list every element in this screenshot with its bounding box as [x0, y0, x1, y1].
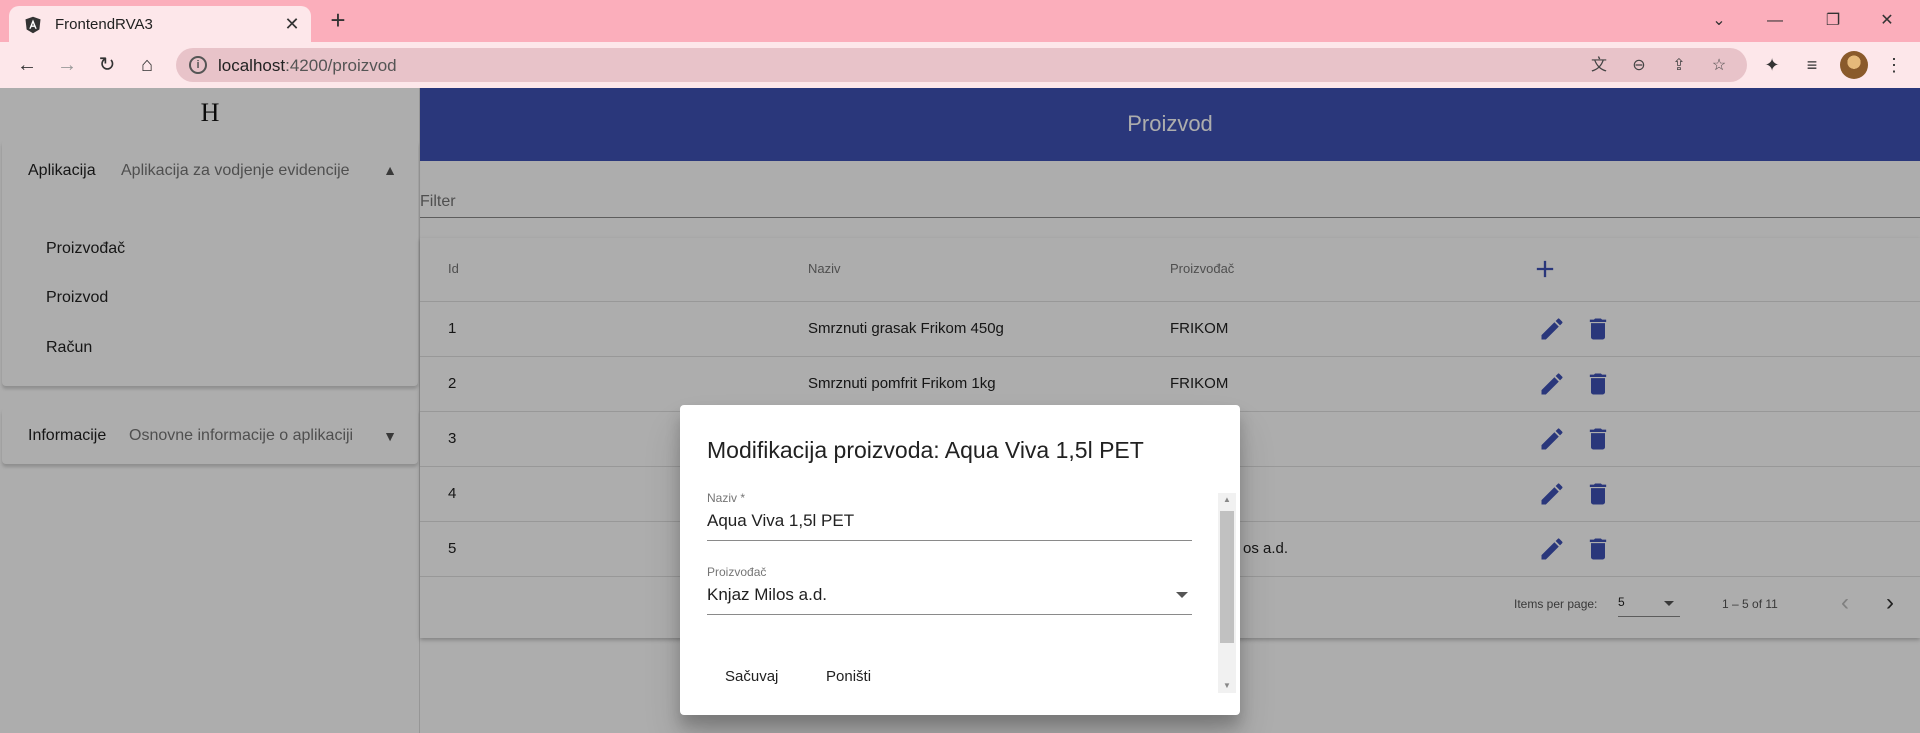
tab-title: FrontendRVA3: [55, 16, 153, 33]
zoom-icon[interactable]: ⊖: [1628, 55, 1650, 77]
site-info-icon[interactable]: i: [189, 56, 207, 74]
bookmark-star-icon[interactable]: ☆: [1708, 55, 1730, 77]
extensions-puzzle-icon[interactable]: ✦: [1760, 53, 1784, 77]
naziv-label: Naziv *: [707, 491, 746, 505]
proizvodjac-label: Proizvođač: [707, 565, 767, 579]
cancel-button[interactable]: Poništi: [826, 668, 871, 685]
save-button[interactable]: Sačuvaj: [725, 668, 778, 685]
browser-tab[interactable]: FrontendRVA3 ✕: [9, 6, 311, 42]
back-icon[interactable]: ←: [12, 50, 42, 80]
url-host: localhost: [218, 56, 286, 75]
url-path: :4200/proizvod: [285, 56, 397, 75]
home-icon[interactable]: ⌂: [132, 50, 162, 80]
minimize-icon[interactable]: —: [1752, 6, 1798, 36]
close-tab-icon[interactable]: ✕: [281, 13, 303, 35]
close-window-icon[interactable]: ✕: [1864, 6, 1910, 36]
share-icon[interactable]: ⇪: [1668, 55, 1690, 77]
dropdown-arrow-icon: [1176, 592, 1188, 598]
url-text: localhost:4200/proizvod: [218, 56, 397, 76]
media-playlist-icon[interactable]: ≡: [1800, 53, 1824, 77]
tab-search-chevron-icon[interactable]: ⌄: [1696, 6, 1742, 36]
restore-icon[interactable]: ❐: [1810, 6, 1856, 36]
proizvodjac-select[interactable]: Proizvođač Knjaz Milos a.d.: [707, 565, 1192, 615]
scrollbar-thumb[interactable]: [1220, 511, 1234, 643]
new-tab-icon[interactable]: +: [324, 7, 352, 35]
scroll-up-icon[interactable]: ▲: [1218, 493, 1236, 507]
reload-icon[interactable]: ↻: [92, 50, 122, 80]
translate-icon[interactable]: 文: [1588, 55, 1610, 77]
app-viewport: H Aplikacija Aplikacija za vodjenje evid…: [0, 88, 1920, 733]
browser-menu-icon[interactable]: ⋮: [1882, 53, 1906, 77]
scroll-down-icon[interactable]: ▼: [1218, 679, 1236, 693]
browser-tab-strip: FrontendRVA3 ✕ + ⌄ — ❐ ✕: [0, 0, 1920, 42]
naziv-field[interactable]: Naziv * Aqua Viva 1,5l PET: [707, 491, 1192, 541]
address-bar[interactable]: i localhost:4200/proizvod 文 ⊖ ⇪ ☆: [176, 48, 1747, 82]
angular-logo-icon: [25, 16, 41, 34]
profile-avatar[interactable]: [1840, 51, 1868, 79]
naziv-input[interactable]: Aqua Viva 1,5l PET: [707, 511, 854, 531]
proizvodjac-value: Knjaz Milos a.d.: [707, 585, 827, 604]
dialog-title: Modifikacija proizvoda: Aqua Viva 1,5l P…: [707, 437, 1144, 463]
browser-toolbar: ← → ↻ ⌂ i localhost:4200/proizvod 文 ⊖ ⇪ …: [0, 42, 1920, 88]
forward-icon[interactable]: →: [52, 50, 82, 80]
edit-product-dialog: Modifikacija proizvoda: Aqua Viva 1,5l P…: [680, 405, 1240, 715]
dialog-scrollbar[interactable]: ▲ ▼: [1218, 493, 1236, 693]
